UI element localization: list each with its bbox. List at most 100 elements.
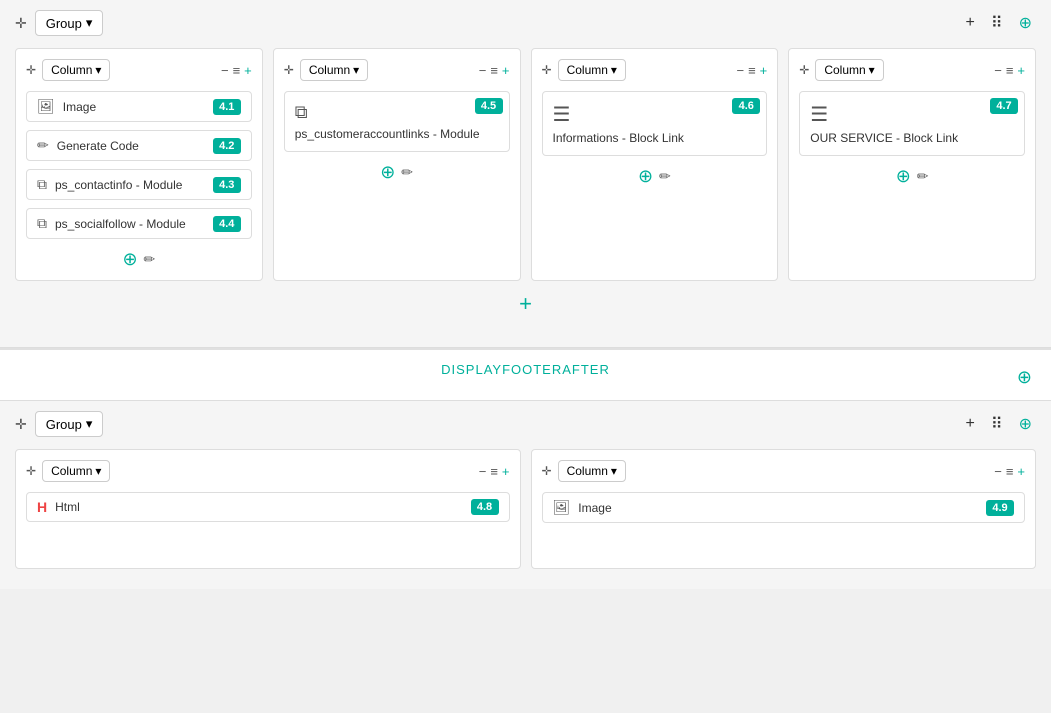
center-add-btn[interactable]: + (519, 291, 532, 317)
module-informations-blocklink: 4.6 ☰ Informations - Block Link (542, 91, 768, 156)
col2-add-edit: ⊕ ✏ (284, 162, 510, 183)
group-drag-handle[interactable]: ✛ (15, 15, 27, 32)
col3-list[interactable]: ≡ (748, 63, 756, 78)
ourservice-blocklink-badge: 4.7 (990, 98, 1018, 114)
socialfollow-label: ps_socialfollow - Module (55, 217, 213, 231)
contactinfo-badge: 4.3 (213, 177, 241, 193)
customeraccountlinks-label: ps_customeraccountlinks - Module (295, 127, 499, 141)
group-settings-icon[interactable]: ⊕ (1015, 11, 1036, 35)
col1-add-edit: ⊕ ✏ (26, 249, 252, 270)
col2-edit-btn[interactable]: ✏ (401, 164, 413, 181)
col4-add-edit: ⊕ ✏ (799, 166, 1025, 187)
fcol1-plus[interactable]: + (502, 464, 510, 479)
footer-section-wrapper: DISPLAYFOOTERAFTER ⊕ (0, 348, 1051, 401)
col2-minus[interactable]: − (479, 63, 487, 78)
footer-image-icon: 🖼 (553, 499, 571, 516)
col3-edit-btn[interactable]: ✏ (659, 168, 671, 185)
footer-group-add-icon[interactable]: + (962, 413, 979, 435)
fcol1-button[interactable]: Column ▾ (42, 460, 110, 482)
footer-group-row: ✛ Group ▾ + ⠿ ⊕ (15, 411, 1036, 437)
footer-group-left: ✛ Group ▾ (15, 411, 103, 437)
group-right: + ⠿ ⊕ (962, 11, 1036, 35)
column-3: ✛ Column ▾ − ≡ + 4.6 ☰ Informations - Bl… (531, 48, 779, 281)
col4-add-btn[interactable]: ⊕ (896, 166, 911, 187)
column-3-header: ✛ Column ▾ − ≡ + (542, 59, 768, 81)
module-html: H Html 4.8 (26, 492, 510, 522)
col3-plus[interactable]: + (760, 63, 768, 78)
col3-button[interactable]: Column ▾ (558, 59, 626, 81)
footer-column-2: ✛ Column ▾ − ≡ + 🖼 Image 4.9 (531, 449, 1037, 569)
footer-columns-container: ✛ Column ▾ − ≡ + H Html 4.8 (15, 449, 1036, 569)
fcol1-controls: − ≡ + (479, 464, 510, 479)
col2-add-btn[interactable]: ⊕ (380, 162, 395, 183)
footer-col1-header: ✛ Column ▾ − ≡ + (26, 460, 510, 482)
col3-drag[interactable]: ✛ (542, 63, 552, 77)
col3-add-edit: ⊕ ✏ (542, 166, 768, 187)
col1-plus[interactable]: + (244, 63, 252, 78)
col2-drag[interactable]: ✛ (284, 63, 294, 77)
module-socialfollow: ⧉ ps_socialfollow - Module 4.4 (26, 208, 252, 239)
contactinfo-icon: ⧉ (37, 176, 47, 193)
center-add-row: + (15, 281, 1036, 327)
module-generate-code: ✏ Generate Code 4.2 (26, 130, 252, 161)
customeraccountlinks-badge: 4.5 (475, 98, 503, 114)
col1-edit-btn[interactable]: ✏ (144, 251, 156, 268)
col3-add-btn[interactable]: ⊕ (638, 166, 653, 187)
fcol2-plus[interactable]: + (1017, 464, 1025, 479)
footer-col1-header-left: ✛ Column ▾ (26, 460, 110, 482)
group-grid-icon[interactable]: ⠿ (987, 11, 1007, 35)
top-section: ✛ Group ▾ + ⠿ ⊕ ✛ Column ▾ (0, 0, 1051, 348)
col4-button[interactable]: Column ▾ (815, 59, 883, 81)
generate-code-icon: ✏ (37, 137, 49, 154)
footer-group-settings-icon[interactable]: ⊕ (1015, 412, 1036, 436)
column-4: ✛ Column ▾ − ≡ + 4.7 ☰ OUR SERVICE - Blo… (788, 48, 1036, 281)
fcol2-button[interactable]: Column ▾ (558, 460, 626, 482)
group-button[interactable]: Group ▾ (35, 10, 104, 36)
col1-button[interactable]: Column ▾ (42, 59, 110, 81)
socialfollow-icon: ⧉ (37, 215, 47, 232)
col1-list[interactable]: ≡ (233, 63, 241, 78)
col2-plus[interactable]: + (502, 63, 510, 78)
group-dropdown-arrow: ▾ (86, 15, 93, 31)
col1-drag[interactable]: ✛ (26, 63, 36, 77)
html-icon: H (37, 499, 47, 515)
fcol1-list[interactable]: ≡ (490, 464, 498, 479)
column-1: ✛ Column ▾ − ≡ + 🖼 Image 4.1 ✏ (15, 48, 263, 281)
col4-list[interactable]: ≡ (1006, 63, 1014, 78)
col4-edit-btn[interactable]: ✏ (917, 168, 929, 185)
module-contactinfo: ⧉ ps_contactinfo - Module 4.3 (26, 169, 252, 200)
col4-plus[interactable]: + (1017, 63, 1025, 78)
column-2: ✛ Column ▾ − ≡ + 4.5 ⧉ ps_customeraccoun… (273, 48, 521, 281)
generate-code-badge: 4.2 (213, 138, 241, 154)
fcol2-minus[interactable]: − (994, 464, 1002, 479)
column-1-header: ✛ Column ▾ − ≡ + (26, 59, 252, 81)
column-4-header-left: ✛ Column ▾ (799, 59, 883, 81)
col4-minus[interactable]: − (994, 63, 1002, 78)
html-label: Html (55, 500, 470, 514)
fcol2-controls: − ≡ + (994, 464, 1025, 479)
col1-add-btn[interactable]: ⊕ (122, 249, 137, 270)
col3-minus[interactable]: − (736, 63, 744, 78)
footer-column-1: ✛ Column ▾ − ≡ + H Html 4.8 (15, 449, 521, 569)
columns-container: ✛ Column ▾ − ≡ + 🖼 Image 4.1 ✏ (15, 48, 1036, 281)
col2-button[interactable]: Column ▾ (300, 59, 368, 81)
fcol2-list[interactable]: ≡ (1006, 464, 1014, 479)
col4-drag[interactable]: ✛ (799, 63, 809, 77)
fcol1-drag[interactable]: ✛ (26, 464, 36, 478)
col1-minus[interactable]: − (221, 63, 229, 78)
top-group-row: ✛ Group ▾ + ⠿ ⊕ (15, 10, 1036, 36)
footer-group-drag[interactable]: ✛ (15, 416, 27, 433)
informations-blocklink-badge: 4.6 (732, 98, 760, 114)
footer-settings-btn[interactable]: ⊕ (1013, 365, 1036, 390)
group-btn-label: Group (46, 16, 82, 31)
fcol1-minus[interactable]: − (479, 464, 487, 479)
footer-group-button[interactable]: Group ▾ (35, 411, 104, 437)
group-add-icon[interactable]: + (962, 12, 979, 34)
col2-list[interactable]: ≡ (490, 63, 498, 78)
footer-section: ✛ Group ▾ + ⠿ ⊕ ✛ Column ▾ (0, 401, 1051, 589)
contactinfo-label: ps_contactinfo - Module (55, 178, 213, 192)
footer-group-grid-icon[interactable]: ⠿ (987, 412, 1007, 436)
fcol2-drag[interactable]: ✛ (542, 464, 552, 478)
informations-blocklink-label: Informations - Block Link (553, 131, 757, 145)
col1-controls: − ≡ + (221, 63, 252, 78)
